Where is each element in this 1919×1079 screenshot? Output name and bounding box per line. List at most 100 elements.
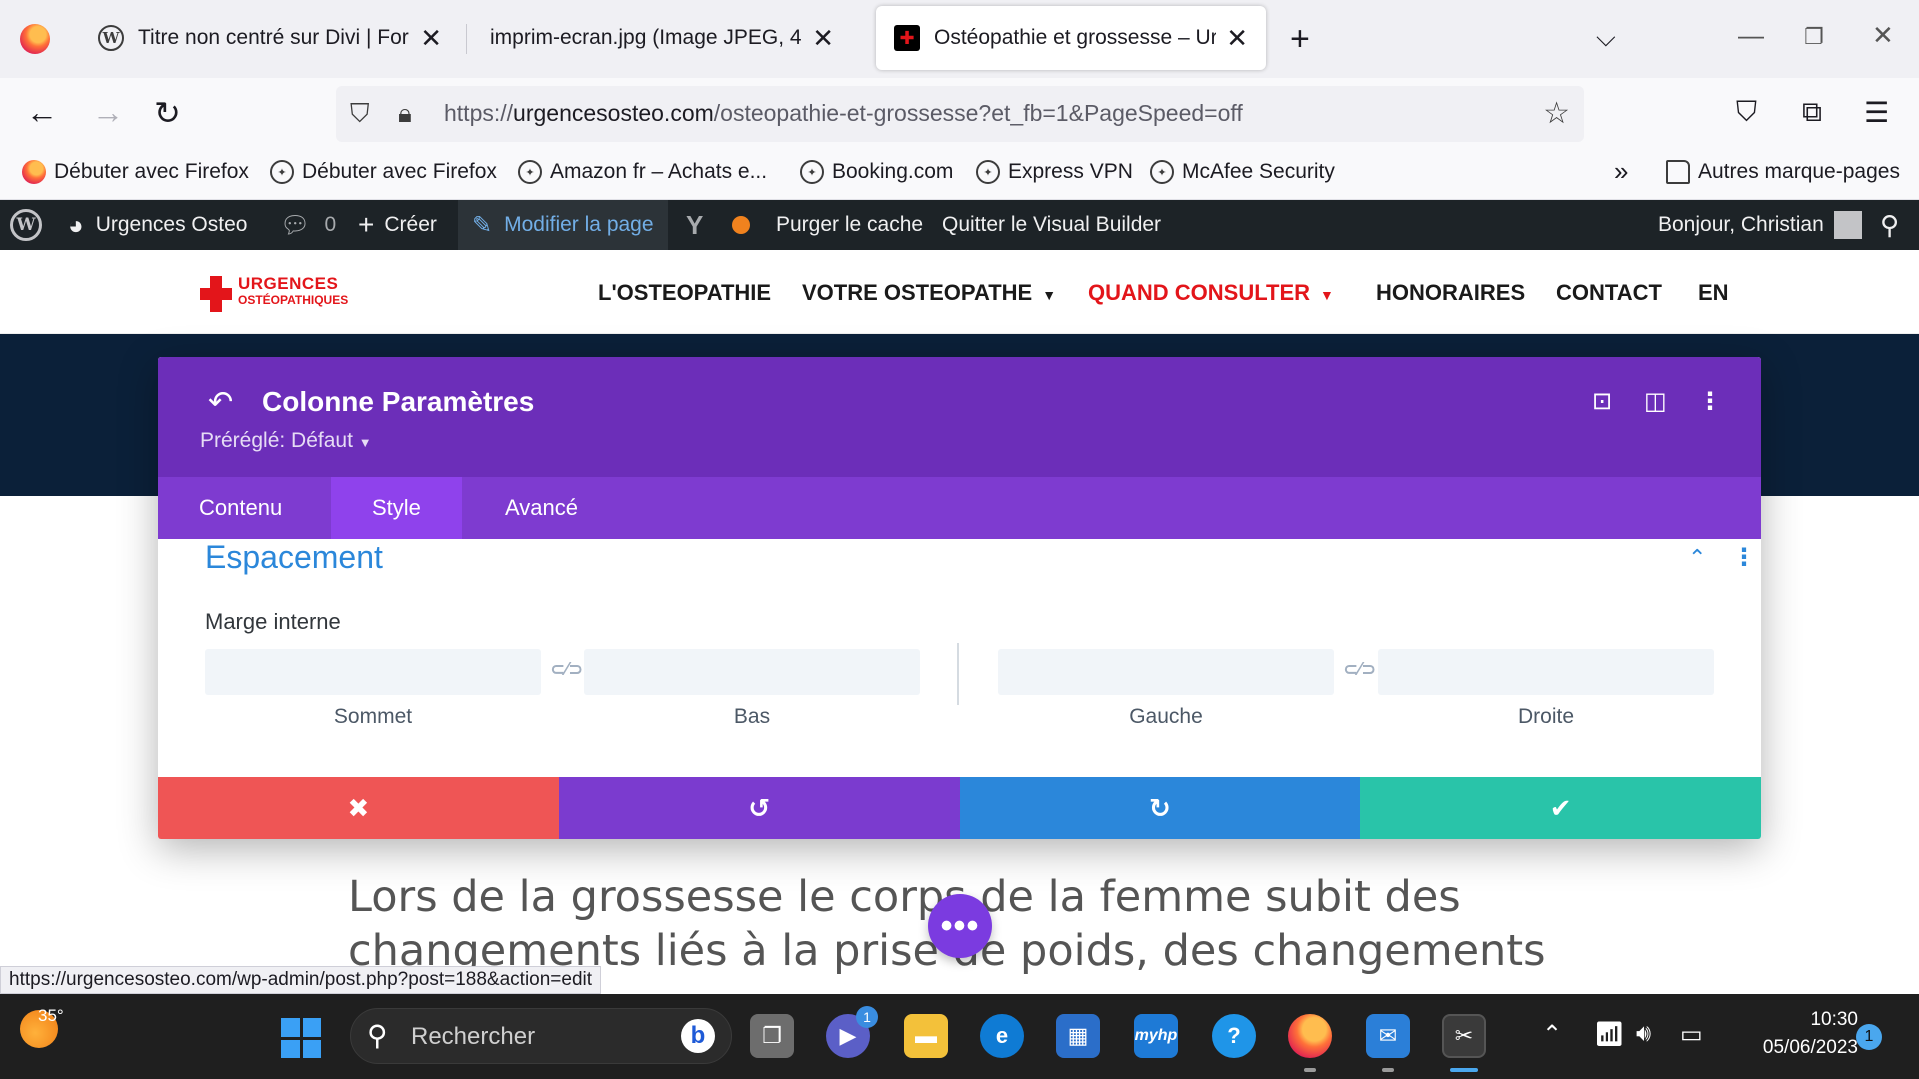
- wp-logo-menu[interactable]: W: [10, 200, 42, 250]
- tab-contenu[interactable]: Contenu: [158, 477, 323, 539]
- volume-icon[interactable]: 🔊︎: [1636, 1020, 1651, 1048]
- field-label-marge-interne: Marge interne: [205, 609, 341, 634]
- battery-icon[interactable]: ▭: [1680, 1020, 1703, 1049]
- thunderbird-icon[interactable]: ✉: [1366, 1014, 1410, 1058]
- bookmark-item[interactable]: ✦ Amazon fr – Achats e...: [518, 160, 767, 184]
- reload-icon[interactable]: ↻: [154, 94, 181, 132]
- more-options-icon[interactable]: ⋮: [1698, 387, 1722, 416]
- firefox-taskbar-icon[interactable]: [1288, 1014, 1332, 1058]
- undo-button[interactable]: ↺: [558, 777, 960, 839]
- close-window-icon[interactable]: ✕: [1872, 20, 1894, 51]
- status-dot-icon: [732, 216, 750, 234]
- bookmark-item[interactable]: ✦ Booking.com: [800, 160, 953, 184]
- tab-forum[interactable]: W Titre non centré sur Divi | Forum ✕: [80, 6, 460, 70]
- avatar: [1833, 211, 1862, 239]
- snipping-tool-icon[interactable]: ✂: [1442, 1014, 1486, 1058]
- hamburger-menu-icon[interactable]: ☰: [1864, 96, 1889, 129]
- file-explorer-icon[interactable]: ▬: [904, 1014, 948, 1058]
- forward-arrow-icon[interactable]: →: [92, 94, 124, 131]
- save-button[interactable]: ✔: [1360, 777, 1761, 839]
- modal-header: ↶ Colonne Paramètres Préréglé: Défaut ▼ …: [158, 357, 1761, 477]
- cancel-button[interactable]: ✖: [158, 777, 559, 839]
- expand-icon[interactable]: ⊡: [1592, 387, 1612, 416]
- menu-item-quand-consulter[interactable]: QUAND CONSULTER ▼: [1088, 280, 1334, 306]
- close-tab-icon[interactable]: ✕: [1226, 23, 1248, 54]
- close-tab-icon[interactable]: ✕: [420, 23, 442, 54]
- task-view-icon[interactable]: ❐: [750, 1014, 794, 1058]
- menu-item-honoraires[interactable]: HONORAIRES: [1376, 280, 1525, 306]
- wp-account-menu[interactable]: Bonjour, Christian: [1658, 200, 1862, 250]
- site-logo-text[interactable]: URGENCES OSTÉOPATHIQUES: [238, 275, 348, 308]
- wp-edit-page[interactable]: ✎ Modifier la page: [458, 200, 668, 250]
- running-indicator: [1382, 1068, 1394, 1072]
- pocket-icon[interactable]: ⛉: [1736, 96, 1757, 129]
- menu-item-language[interactable]: EN: [1698, 280, 1729, 306]
- globe-icon: ✦: [800, 160, 824, 184]
- preset-dropdown[interactable]: Préréglé: Défaut ▼: [200, 429, 372, 453]
- wp-search-icon[interactable]: ⚲: [1880, 200, 1899, 250]
- lock-icon[interactable]: 🔒︎: [398, 98, 412, 130]
- system-clock[interactable]: 10:30 05/06/2023: [1728, 1006, 1858, 1062]
- url-bar[interactable]: ⛉ 🔒︎ https://urgencesosteo.com/osteopath…: [336, 86, 1584, 142]
- section-title-espacement[interactable]: Espacement: [205, 539, 383, 576]
- wp-site-name[interactable]: ◕ Urgences Osteo: [68, 200, 247, 250]
- padding-top-input[interactable]: [205, 649, 541, 695]
- tab-avance[interactable]: Avancé: [464, 477, 619, 539]
- split-view-icon[interactable]: ◫: [1644, 387, 1667, 416]
- bookmark-item[interactable]: ✦ McAfee Security: [1150, 160, 1335, 184]
- tab-image[interactable]: imprim-ecran.jpg (Image JPEG, 484 ✕: [472, 6, 852, 70]
- firefox-menu-icon[interactable]: [20, 24, 50, 54]
- minimize-icon[interactable]: —: [1738, 20, 1764, 51]
- tray-chevron-up-icon[interactable]: ⌃: [1542, 1020, 1562, 1049]
- bookmark-item[interactable]: ✦ Débuter avec Firefox: [270, 160, 497, 184]
- tab-list-chevron-icon[interactable]: ⌵: [1596, 22, 1616, 54]
- shield-icon[interactable]: ⛉: [350, 98, 370, 130]
- wifi-icon[interactable]: 📶︎: [1594, 1020, 1624, 1049]
- menu-item-osteopathie[interactable]: L'OSTEOPATHIE: [598, 280, 771, 306]
- menu-item-contact[interactable]: CONTACT: [1556, 280, 1662, 306]
- column-settings-modal: ↶ Colonne Paramètres Préréglé: Défaut ▼ …: [158, 357, 1761, 839]
- wp-create-menu[interactable]: + Créer: [358, 200, 437, 250]
- url-text[interactable]: https://urgencesosteo.com/osteopathie-et…: [444, 100, 1243, 127]
- padding-bottom-input[interactable]: [584, 649, 920, 695]
- extensions-puzzle-icon[interactable]: ⧉: [1802, 96, 1822, 129]
- new-tab-icon[interactable]: +: [1290, 20, 1310, 59]
- bookmark-star-icon[interactable]: ☆: [1543, 96, 1570, 131]
- taskbar-search[interactable]: ⚲ Rechercher b: [350, 1008, 732, 1064]
- padding-left-input[interactable]: [998, 649, 1334, 695]
- cross-logo-icon[interactable]: [200, 276, 232, 312]
- globe-icon: ✦: [270, 160, 294, 184]
- wp-quit-visual-builder[interactable]: Quitter le Visual Builder: [942, 200, 1161, 250]
- wp-comments[interactable]: 💬︎ 0: [280, 200, 336, 250]
- wp-seo-status[interactable]: [732, 200, 750, 250]
- back-arrow-icon[interactable]: ↶: [208, 385, 233, 420]
- close-tab-icon[interactable]: ✕: [812, 23, 834, 54]
- section-more-icon[interactable]: ⋮: [1732, 543, 1756, 572]
- edge-browser-icon[interactable]: e: [980, 1014, 1024, 1058]
- search-icon: ⚲: [367, 1020, 388, 1051]
- windows-start-icon[interactable]: [281, 1018, 321, 1058]
- help-icon[interactable]: ?: [1212, 1014, 1256, 1058]
- more-bookmarks-chevron-icon[interactable]: »: [1614, 156, 1628, 187]
- builder-options-button[interactable]: •••: [928, 894, 992, 958]
- redo-button[interactable]: ↻: [959, 777, 1361, 839]
- microsoft-store-icon[interactable]: ▦: [1056, 1014, 1100, 1058]
- padding-right-input[interactable]: [1378, 649, 1714, 695]
- menu-item-votre-osteopathe[interactable]: VOTRE OSTEOPATHE ▼: [802, 280, 1056, 306]
- bookmark-item[interactable]: Débuter avec Firefox: [22, 160, 249, 184]
- chevron-up-icon[interactable]: ⌃: [1688, 545, 1706, 571]
- bing-icon[interactable]: b: [681, 1019, 715, 1053]
- tab-osteopathie-active[interactable]: ✚ Ostéopathie et grossesse – Urgences ✕: [876, 6, 1266, 70]
- wp-yoast[interactable]: Y: [686, 200, 703, 250]
- notification-badge[interactable]: 1: [1856, 1024, 1882, 1050]
- link-values-icon[interactable]: ⊂⁄⊃: [550, 659, 583, 680]
- back-arrow-icon[interactable]: ←: [26, 94, 58, 131]
- tab-style[interactable]: Style: [331, 477, 462, 539]
- bookmark-item[interactable]: ✦ Express VPN: [976, 160, 1133, 184]
- weather-temperature[interactable]: 35°: [38, 1006, 64, 1026]
- restore-icon[interactable]: ❐: [1804, 24, 1824, 50]
- myhp-icon[interactable]: myhp: [1134, 1014, 1178, 1058]
- link-values-icon[interactable]: ⊂⁄⊃: [1343, 659, 1376, 680]
- other-bookmarks-folder[interactable]: Autres marque-pages: [1666, 160, 1900, 184]
- wp-purge-cache[interactable]: Purger le cache: [776, 200, 923, 250]
